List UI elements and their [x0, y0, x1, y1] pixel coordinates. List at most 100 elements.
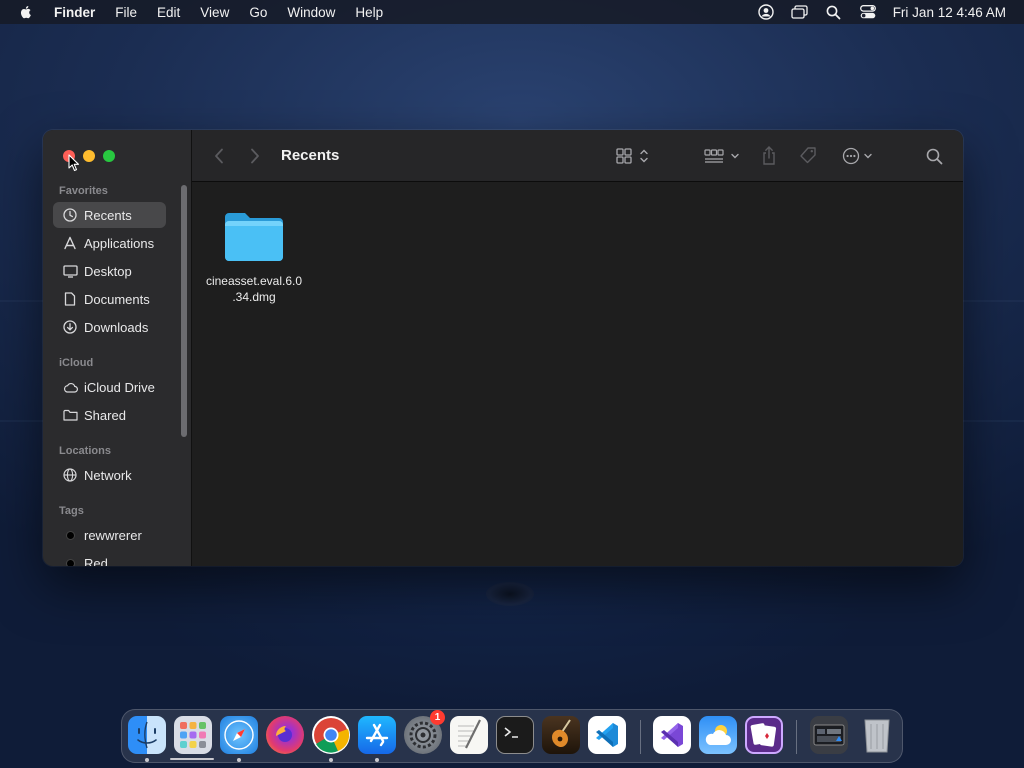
- dock-chrome[interactable]: [312, 716, 350, 754]
- minimize-window-button[interactable]: [83, 150, 95, 162]
- dock-running-indicator: [237, 758, 241, 762]
- playing-cards-icon: [750, 723, 777, 747]
- folder-icon: [225, 213, 283, 261]
- file-name-line-2: .34.dmg: [232, 290, 276, 304]
- menu-edit[interactable]: Edit: [157, 5, 180, 20]
- applications-icon: [62, 235, 78, 251]
- firefox-icon: [276, 726, 292, 742]
- toolbar: Recents: [192, 130, 963, 182]
- file-name-label: cineasset.eval.6.0 .34.dmg: [198, 273, 310, 305]
- dock-active-underline: [170, 758, 214, 760]
- sidebar-item-label: Downloads: [84, 319, 149, 335]
- sidebar-item-label: Red: [84, 555, 108, 567]
- control-center-icon[interactable]: [859, 3, 877, 21]
- clock-icon: [62, 207, 78, 223]
- menu-view[interactable]: View: [200, 5, 229, 20]
- more-actions-icon[interactable]: [842, 146, 876, 166]
- sidebar-item-label: Applications: [84, 235, 155, 251]
- sidebar-item-label: iCloud Drive: [84, 379, 155, 395]
- sidebar-item-tag-rewwrerer[interactable]: rewwrerer: [53, 522, 166, 548]
- dock-firefox[interactable]: [266, 716, 304, 754]
- dock-running-indicator: [145, 758, 149, 762]
- menu-go[interactable]: Go: [249, 5, 267, 20]
- sidebar-item-tag-red[interactable]: Red: [53, 550, 166, 566]
- sidebar-section-favorites: Favorites: [59, 185, 108, 197]
- view-grid-icon[interactable]: [616, 146, 652, 166]
- user-account-icon[interactable]: [757, 3, 775, 21]
- shared-folder-icon: [62, 407, 78, 423]
- sidebar-item-network[interactable]: Network: [53, 462, 166, 488]
- share-icon[interactable]: [761, 146, 777, 166]
- sidebar-item-label: Documents: [84, 291, 150, 307]
- document-icon: [62, 291, 78, 307]
- sidebar-item-icloud-drive[interactable]: iCloud Drive: [53, 374, 166, 400]
- dock-separator: [796, 720, 797, 754]
- window-title: Recents: [281, 147, 340, 164]
- dock-running-indicator: [375, 758, 379, 762]
- file-item[interactable]: cineasset.eval.6.0 .34.dmg: [198, 211, 310, 305]
- tag-dot-icon: [62, 555, 78, 566]
- menu-file[interactable]: File: [115, 5, 137, 20]
- group-by-icon[interactable]: [704, 146, 742, 166]
- guitar-icon: [552, 719, 571, 747]
- sidebar: Favorites Recents Applications Desktop D…: [43, 130, 192, 566]
- dock-terminal[interactable]: [496, 716, 534, 754]
- finder-window: Favorites Recents Applications Desktop D…: [43, 130, 963, 566]
- back-chevron-icon[interactable]: [214, 146, 224, 166]
- sidebar-item-label: Recents: [84, 207, 132, 223]
- terminal-prompt-icon: [504, 727, 518, 738]
- trash-icon: [864, 719, 890, 753]
- sidebar-item-applications[interactable]: Applications: [53, 230, 166, 256]
- dock-separator: [640, 720, 641, 754]
- sidebar-item-downloads[interactable]: Downloads: [53, 314, 166, 340]
- sidebar-section-icloud: iCloud: [59, 357, 94, 369]
- dock-weather[interactable]: [699, 716, 737, 754]
- dock-app-store[interactable]: [358, 716, 396, 754]
- dock-finder[interactable]: [128, 716, 166, 754]
- dock: [121, 709, 903, 763]
- maximize-window-button[interactable]: [103, 150, 115, 162]
- sidebar-item-desktop[interactable]: Desktop: [53, 258, 166, 284]
- dock-safari[interactable]: [220, 716, 258, 754]
- spotlight-search-icon[interactable]: [825, 3, 843, 21]
- menu-bar-clock[interactable]: Fri Jan 12 4:46 AM: [893, 5, 1006, 20]
- sidebar-scrollbar[interactable]: [181, 185, 187, 437]
- dock-trash[interactable]: [858, 716, 896, 754]
- dock-solitaire[interactable]: [745, 716, 783, 754]
- vscode-icon: [596, 723, 618, 747]
- sidebar-section-locations: Locations: [59, 445, 111, 457]
- dock-launchpad[interactable]: [174, 716, 212, 754]
- dock-garageband[interactable]: [542, 716, 580, 754]
- sidebar-section-tags: Tags: [59, 505, 84, 517]
- finder-face-icon: [137, 721, 157, 749]
- sidebar-item-label: Shared: [84, 407, 126, 423]
- weather-cloud-icon: [705, 725, 731, 745]
- compass-icon: [224, 720, 254, 750]
- launchpad-grid-icon: [180, 722, 206, 748]
- file-browser-content[interactable]: cineasset.eval.6.0 .34.dmg: [192, 183, 963, 566]
- globe-icon: [62, 467, 78, 483]
- dock-screenshot-stack[interactable]: [810, 716, 848, 754]
- sidebar-item-shared[interactable]: Shared: [53, 402, 166, 428]
- forward-chevron-icon[interactable]: [250, 146, 260, 166]
- sidebar-item-label: Network: [84, 467, 132, 483]
- dock-running-indicator: [329, 758, 333, 762]
- tag-icon[interactable]: [798, 146, 818, 166]
- sidebar-item-documents[interactable]: Documents: [53, 286, 166, 312]
- app-store-icon: [365, 723, 389, 747]
- search-icon[interactable]: [926, 146, 943, 166]
- menu-help[interactable]: Help: [355, 5, 383, 20]
- dock-visual-studio-code[interactable]: [588, 716, 626, 754]
- download-icon: [62, 319, 78, 335]
- apple-logo-icon[interactable]: [18, 4, 34, 20]
- tag-dot-icon: [62, 527, 78, 543]
- sidebar-item-recents[interactable]: Recents: [53, 202, 166, 228]
- screen-mirroring-icon[interactable]: [791, 3, 809, 21]
- textedit-pen-icon: [458, 719, 481, 749]
- menu-window[interactable]: Window: [287, 5, 335, 20]
- visual-studio-icon: [661, 723, 683, 747]
- cloud-icon: [62, 379, 78, 395]
- dock-visual-studio[interactable]: [653, 716, 691, 754]
- dock-textedit[interactable]: [450, 716, 488, 754]
- menu-app-name[interactable]: Finder: [54, 5, 95, 20]
